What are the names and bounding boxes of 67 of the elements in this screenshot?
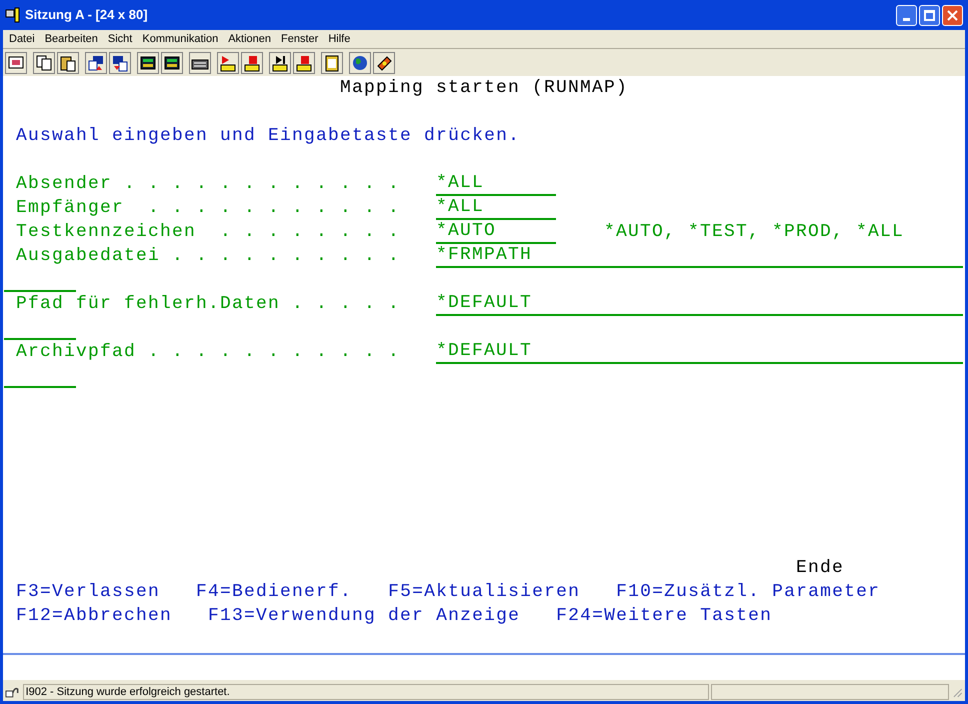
record-icon <box>219 54 237 72</box>
menu-item[interactable]: Hilfe <box>327 30 352 48</box>
globe-icon <box>351 54 369 72</box>
resize-grip-icon[interactable] <box>951 686 963 698</box>
minimize-icon <box>903 18 910 20</box>
play-icon <box>271 54 289 72</box>
input-field[interactable]: *DEFAULT <box>436 340 963 364</box>
field-label: Empfänger . . . . . . . . . . . <box>15 197 402 220</box>
menu-item[interactable]: Aktionen <box>227 30 272 48</box>
stop-icon <box>243 54 261 72</box>
receive-icon <box>111 54 129 72</box>
toolbar-button[interactable] <box>33 52 55 74</box>
maximize-button[interactable] <box>919 4 940 26</box>
function-key[interactable]: F10=Zusätzl. Parameter <box>616 580 880 604</box>
field-label: Archivpfad . . . . . . . . . . . <box>15 341 402 364</box>
field-label: Absender . . . . . . . . . . . . <box>15 173 402 196</box>
close-icon <box>947 10 958 20</box>
field-label: Pfad für fehlerh.Daten . . . . . <box>15 293 402 316</box>
input-field[interactable]: *FRMPATH <box>436 244 963 268</box>
menu-item[interactable]: Datei <box>8 30 36 48</box>
toolbar-button[interactable] <box>57 52 79 74</box>
minimize-button[interactable] <box>896 4 917 26</box>
screen-icon <box>139 54 157 72</box>
toolbar-button[interactable] <box>5 52 27 74</box>
monitor-icon <box>7 54 25 72</box>
function-key[interactable]: F4=Bedienerf. <box>196 580 352 604</box>
function-key[interactable]: F13=Verwendung der Anzeige <box>208 604 520 628</box>
more-indicator: Ende <box>796 557 844 580</box>
maximize-icon <box>924 10 935 20</box>
menu-item[interactable]: Fenster <box>280 30 320 48</box>
toolbar-button[interactable] <box>85 52 107 74</box>
toolbar-button[interactable] <box>189 52 211 74</box>
screen-icon <box>163 54 181 72</box>
send-icon <box>87 54 105 72</box>
toolbar-button[interactable] <box>321 52 343 74</box>
field-label: Testkennzeichen . . . . . . . . <box>15 221 402 244</box>
input-field[interactable]: *ALL <box>436 172 556 196</box>
input-field[interactable]: *DEFAULT <box>436 292 963 316</box>
menu-item[interactable]: Sicht <box>106 30 134 48</box>
toolbar-button[interactable] <box>109 52 131 74</box>
menu-item[interactable]: Bearbeiten <box>44 30 99 48</box>
field-label: Ausgabedatei . . . . . . . . . . <box>15 245 402 268</box>
close-button[interactable] <box>942 4 963 26</box>
function-key[interactable]: F5=Aktualisieren <box>388 580 580 604</box>
screen-title: Mapping starten (RUNMAP) <box>340 77 628 100</box>
input-field[interactable]: *AUTO <box>436 220 556 244</box>
allowed-values: *AUTO, *TEST, *PROD, *ALL <box>604 221 904 244</box>
app-icon <box>5 7 21 23</box>
window-title: Sitzung A - [24 x 80] <box>25 6 148 24</box>
copy-icon <box>35 54 53 72</box>
function-key[interactable]: F3=Verlassen <box>16 580 160 604</box>
clipboard-icon <box>323 54 341 72</box>
function-key[interactable]: F24=Weitere Tasten <box>556 604 772 628</box>
stop-icon <box>295 54 313 72</box>
input-field[interactable]: *ALL <box>436 196 556 220</box>
toolbar-button[interactable] <box>269 52 291 74</box>
toolbar-button[interactable] <box>161 52 183 74</box>
toolbar-button[interactable] <box>241 52 263 74</box>
toolbar-button[interactable] <box>217 52 239 74</box>
function-key[interactable]: F12=Abbrechen <box>16 604 172 628</box>
instruction-text: Auswahl eingeben und Eingabetaste drücken. <box>15 125 520 148</box>
paste-icon <box>59 54 77 72</box>
toolbar-button[interactable] <box>373 52 395 74</box>
menu-item[interactable]: Kommunikation <box>141 30 220 48</box>
toolbar-button[interactable] <box>293 52 315 74</box>
toolbar-button[interactable] <box>137 52 159 74</box>
status-message: I902 - Sitzung wurde erfolgreich gestartet. <box>22 684 709 700</box>
